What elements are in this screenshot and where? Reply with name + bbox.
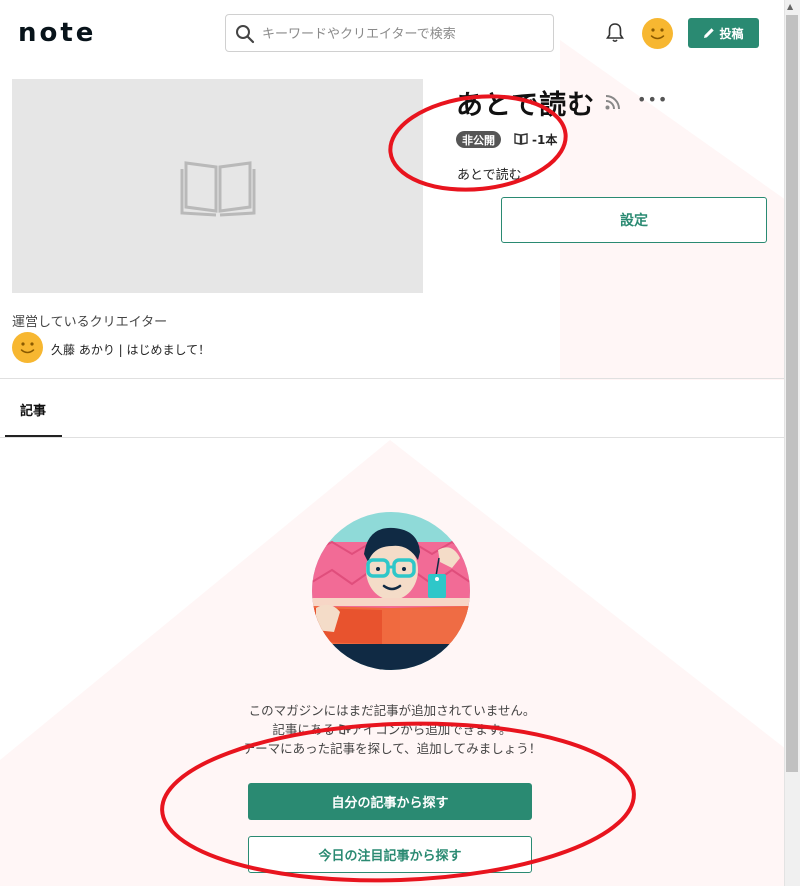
scroll-up-arrow-icon[interactable]: ▲ bbox=[787, 2, 793, 11]
tab-divider bbox=[0, 437, 784, 438]
scrollbar-thumb[interactable] bbox=[786, 15, 798, 772]
post-button[interactable]: 投稿 bbox=[688, 18, 759, 48]
smile-face-icon bbox=[20, 342, 35, 354]
magazine-title: あとで読む bbox=[456, 90, 596, 121]
more-icon[interactable]: ••• bbox=[637, 90, 668, 109]
find-today-articles-button[interactable]: 今日の注目記事から探す bbox=[248, 836, 532, 873]
bell-icon[interactable] bbox=[605, 22, 625, 44]
pencil-icon bbox=[704, 28, 715, 38]
empty-state-line-2-pre: 記事にある bbox=[272, 722, 335, 737]
empty-state-message: このマガジンにはまだ記事が追加されていません。 記事にある アイコンから追加でき… bbox=[200, 701, 584, 758]
empty-state-line-2-post: アイコンから追加できます。 bbox=[350, 722, 512, 737]
smile-face-icon bbox=[650, 28, 665, 40]
empty-state-line-1: このマガジンにはまだ記事が追加されていません。 bbox=[248, 703, 536, 718]
reading-man-illustration bbox=[312, 512, 470, 670]
add-to-magazine-icon bbox=[339, 724, 351, 735]
user-avatar[interactable] bbox=[642, 18, 673, 49]
article-count: -1本 bbox=[532, 133, 558, 147]
private-badge: 非公開 bbox=[456, 131, 501, 148]
creator-avatar[interactable] bbox=[12, 332, 43, 363]
magazine-cover bbox=[12, 79, 423, 293]
rss-icon[interactable] bbox=[605, 95, 620, 110]
top-header: note 投稿 bbox=[0, 0, 784, 66]
find-own-articles-button[interactable]: 自分の記事から探す bbox=[248, 783, 532, 820]
note-logo[interactable]: note bbox=[18, 18, 96, 48]
post-button-label: 投稿 bbox=[719, 26, 744, 41]
open-book-icon bbox=[180, 161, 256, 217]
magazine-description: あとで読む bbox=[457, 168, 522, 183]
book-icon bbox=[514, 133, 528, 145]
search-input[interactable] bbox=[262, 23, 542, 45]
search-box[interactable] bbox=[225, 14, 554, 52]
creator-section-label: 運営しているクリエイター bbox=[12, 315, 168, 330]
settings-button[interactable]: 設定 bbox=[501, 197, 767, 243]
empty-state-line-2: 記事にある アイコンから追加できます。 bbox=[200, 720, 584, 739]
search-icon bbox=[236, 25, 255, 44]
creator-name[interactable]: 久藤 あかり | はじめまして！ bbox=[51, 341, 210, 358]
tab-articles[interactable]: 記事 bbox=[20, 400, 46, 419]
section-divider bbox=[0, 378, 784, 379]
empty-state-line-3: テーマにあった記事を探して、追加してみましょう！ bbox=[242, 741, 542, 756]
